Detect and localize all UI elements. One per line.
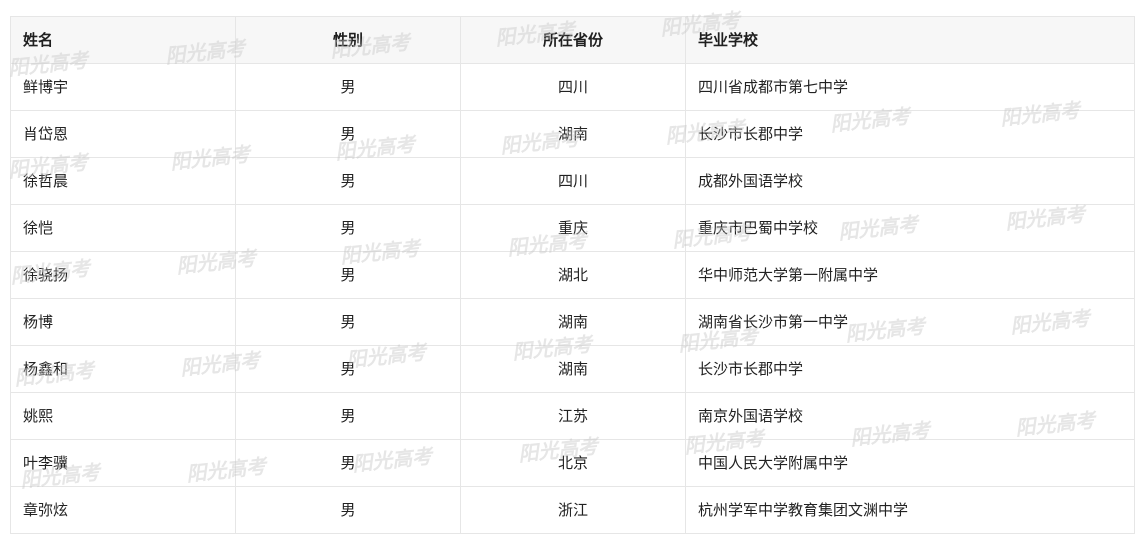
cell-province: 浙江: [460, 486, 686, 534]
cell-province: 湖南: [460, 345, 686, 393]
cell-school: 湖南省长沙市第一中学: [685, 298, 1135, 346]
cell-name: 徐哲晨: [10, 157, 236, 205]
cell-school: 重庆市巴蜀中学校: [685, 204, 1135, 252]
cell-gender: 男: [235, 345, 461, 393]
table-row: 杨博 男 湖南 湖南省长沙市第一中学: [10, 298, 1135, 346]
cell-name: 杨博: [10, 298, 236, 346]
cell-school: 中国人民大学附属中学: [685, 439, 1135, 487]
cell-name: 徐骁扬: [10, 251, 236, 299]
cell-gender: 男: [235, 298, 461, 346]
cell-province: 湖南: [460, 298, 686, 346]
table-header-row: 姓名 性别 所在省份 毕业学校: [10, 16, 1135, 64]
cell-school: 华中师范大学第一附属中学: [685, 251, 1135, 299]
cell-name: 肖岱恩: [10, 110, 236, 158]
table-row: 姚熙 男 江苏 南京外国语学校: [10, 392, 1135, 440]
cell-province: 重庆: [460, 204, 686, 252]
table-row: 徐哲晨 男 四川 成都外国语学校: [10, 157, 1135, 205]
table-row: 肖岱恩 男 湖南 长沙市长郡中学: [10, 110, 1135, 158]
cell-name: 章弥炫: [10, 486, 236, 534]
cell-school: 杭州学军中学教育集团文渊中学: [685, 486, 1135, 534]
table-row: 鲜博宇 男 四川 四川省成都市第七中学: [10, 63, 1135, 111]
table-row: 徐恺 男 重庆 重庆市巴蜀中学校: [10, 204, 1135, 252]
cell-name: 叶李骥: [10, 439, 236, 487]
header-school: 毕业学校: [685, 16, 1135, 64]
header-gender: 性别: [235, 16, 461, 64]
cell-gender: 男: [235, 110, 461, 158]
header-province: 所在省份: [460, 16, 686, 64]
cell-school: 长沙市长郡中学: [685, 110, 1135, 158]
table-row: 章弥炫 男 浙江 杭州学军中学教育集团文渊中学: [10, 486, 1135, 534]
table-row: 杨鑫和 男 湖南 长沙市长郡中学: [10, 345, 1135, 393]
admissions-table-container: 姓名 性别 所在省份 毕业学校 鲜博宇 男 四川 四川省成都市第七中学 肖岱恩 …: [10, 16, 1135, 534]
cell-school: 成都外国语学校: [685, 157, 1135, 205]
cell-gender: 男: [235, 63, 461, 111]
cell-gender: 男: [235, 204, 461, 252]
cell-name: 姚熙: [10, 392, 236, 440]
cell-province: 湖南: [460, 110, 686, 158]
header-name: 姓名: [10, 16, 236, 64]
cell-province: 江苏: [460, 392, 686, 440]
cell-province: 北京: [460, 439, 686, 487]
cell-province: 四川: [460, 63, 686, 111]
cell-name: 杨鑫和: [10, 345, 236, 393]
cell-school: 四川省成都市第七中学: [685, 63, 1135, 111]
cell-school: 南京外国语学校: [685, 392, 1135, 440]
cell-gender: 男: [235, 392, 461, 440]
cell-gender: 男: [235, 251, 461, 299]
cell-name: 鲜博宇: [10, 63, 236, 111]
cell-gender: 男: [235, 157, 461, 205]
table-row: 徐骁扬 男 湖北 华中师范大学第一附属中学: [10, 251, 1135, 299]
cell-gender: 男: [235, 439, 461, 487]
admissions-table: 姓名 性别 所在省份 毕业学校 鲜博宇 男 四川 四川省成都市第七中学 肖岱恩 …: [10, 16, 1135, 534]
cell-gender: 男: [235, 486, 461, 534]
cell-province: 湖北: [460, 251, 686, 299]
cell-school: 长沙市长郡中学: [685, 345, 1135, 393]
cell-name: 徐恺: [10, 204, 236, 252]
table-row: 叶李骥 男 北京 中国人民大学附属中学: [10, 439, 1135, 487]
cell-province: 四川: [460, 157, 686, 205]
